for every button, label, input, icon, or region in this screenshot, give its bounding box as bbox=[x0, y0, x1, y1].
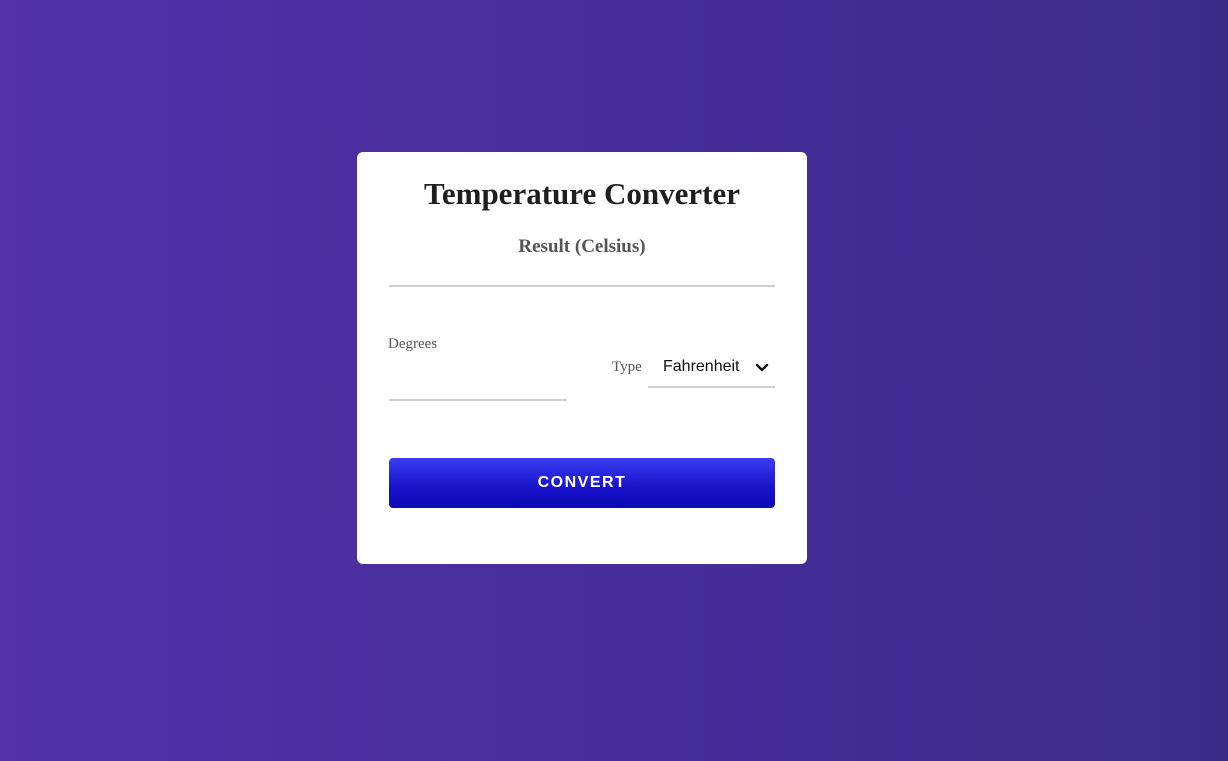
degrees-input[interactable] bbox=[389, 377, 567, 401]
type-label: Type bbox=[612, 359, 642, 375]
convert-button[interactable]: CONVERT bbox=[389, 458, 775, 508]
page-title: Temperature Converter bbox=[424, 176, 740, 211]
chevron-down-icon bbox=[755, 363, 769, 372]
type-select[interactable]: Fahrenheit bbox=[648, 352, 775, 388]
result-field[interactable] bbox=[389, 267, 775, 287]
converter-card: Temperature Converter Result (Celsius) D… bbox=[357, 152, 807, 564]
result-label: Result (Celsius) bbox=[518, 236, 646, 257]
type-select-value: Fahrenheit bbox=[663, 358, 740, 375]
degrees-label: Degrees bbox=[388, 336, 438, 352]
